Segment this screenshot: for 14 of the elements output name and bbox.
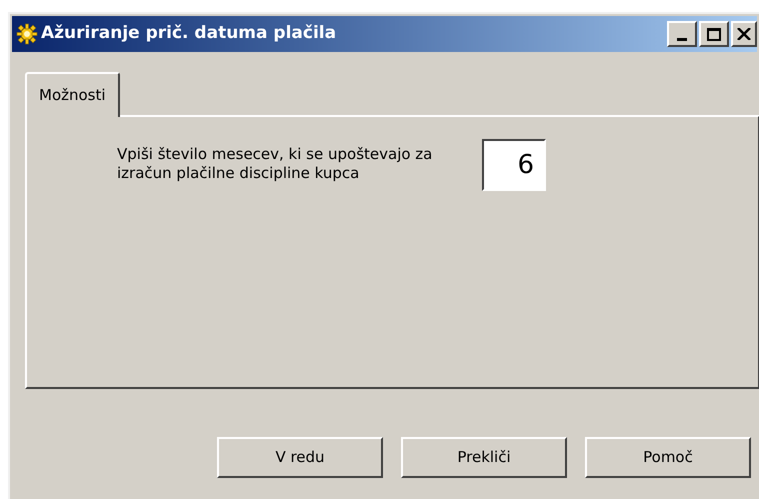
dialog-button[interactable]: V redu (217, 437, 383, 478)
maximize-button[interactable] (699, 21, 729, 47)
months-input-field[interactable]: 6 (482, 139, 546, 191)
close-button[interactable] (731, 21, 757, 47)
prompt-text: Vpiši število mesecev, ki se upoštevajo za izračun plačilne discipline kupca (117, 145, 434, 183)
minimize-button[interactable] (667, 21, 697, 47)
tab[interactable]: Možnosti (25, 72, 120, 117)
maximize-icon (707, 28, 721, 40)
close-icon (737, 28, 751, 40)
dialog-button[interactable]: Pomoč (585, 437, 751, 478)
minimize-icon (677, 38, 687, 41)
gear-icon (16, 23, 38, 45)
window-title: Ažuriranje prič. datuma plačila (41, 22, 336, 46)
dialog-button[interactable]: Prekliči (401, 437, 567, 478)
